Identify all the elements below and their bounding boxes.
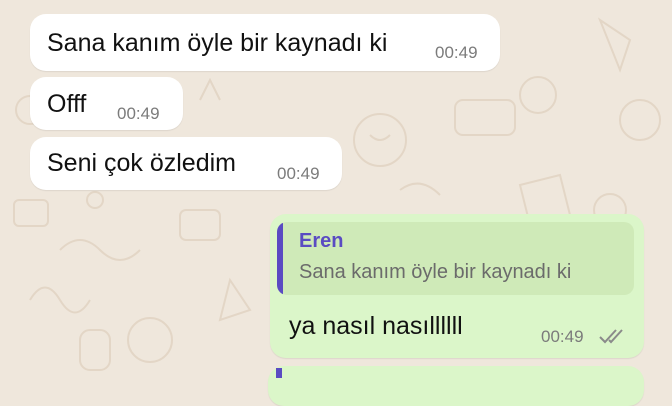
message-text: Offf bbox=[47, 90, 87, 118]
quoted-message[interactable]: Eren Sana kanım öyle bir kaynadı ki bbox=[277, 222, 634, 295]
quoted-message-text: Sana kanım öyle bir kaynadı ki bbox=[299, 261, 572, 283]
message-timestamp: 00:49 bbox=[277, 164, 320, 183]
incoming-message-bubble[interactable]: Seni çok özledim 00:49 bbox=[30, 137, 342, 190]
message-text: ya nasıl nasıllllll bbox=[289, 312, 463, 340]
message-text: Seni çok özledim bbox=[47, 149, 236, 177]
double-check-icon bbox=[599, 329, 623, 344]
quoted-sender-name: Eren bbox=[299, 230, 344, 252]
quote-accent-bar bbox=[277, 222, 283, 295]
incoming-message-bubble[interactable]: Offf 00:49 bbox=[30, 77, 183, 130]
message-timestamp: 00:49 bbox=[435, 43, 478, 62]
message-timestamp: 00:49 bbox=[541, 327, 584, 346]
quote-accent-bar bbox=[276, 368, 282, 378]
message-text: Sana kanım öyle bir kaynadı ki bbox=[47, 29, 388, 57]
outgoing-message-bubble[interactable] bbox=[268, 366, 644, 406]
incoming-message-bubble[interactable]: Sana kanım öyle bir kaynadı ki 00:49 bbox=[30, 14, 500, 71]
message-timestamp: 00:49 bbox=[117, 104, 160, 123]
